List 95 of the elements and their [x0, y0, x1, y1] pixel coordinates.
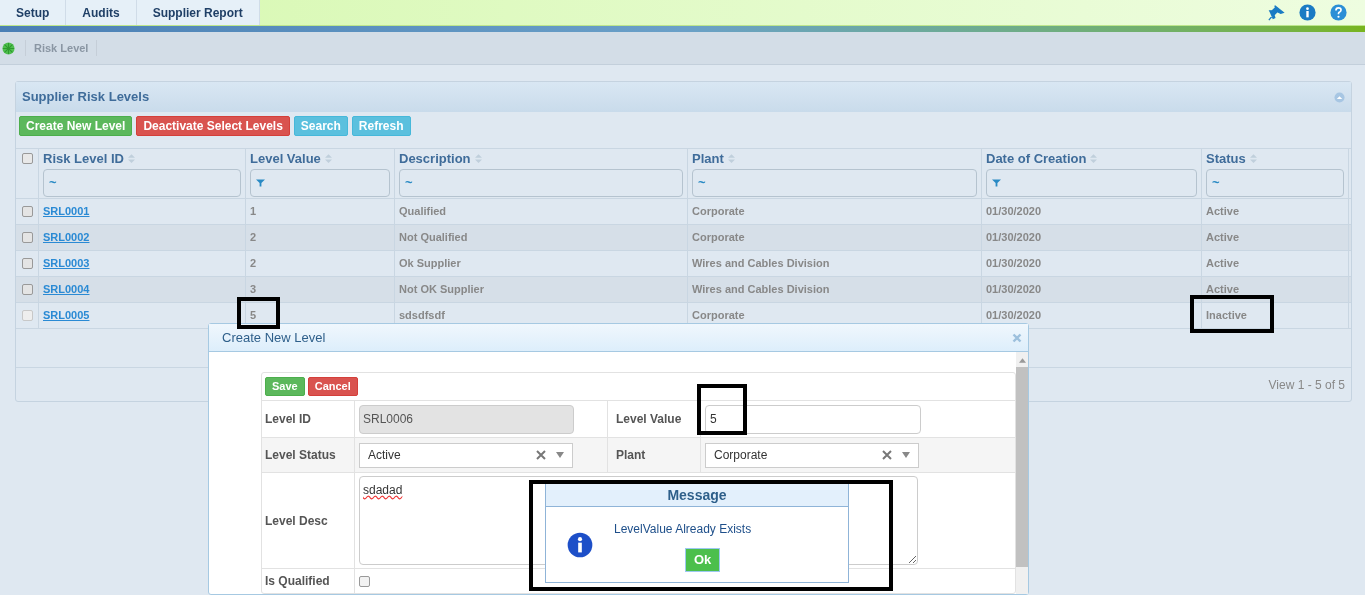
table-cell-text: 01/30/2020 — [986, 256, 1042, 272]
row-checkbox[interactable] — [21, 232, 33, 243]
column-header[interactable]: Description — [399, 149, 471, 169]
table-cell-text: 01/30/2020 — [986, 204, 1042, 220]
row-checkbox[interactable] — [21, 284, 33, 295]
level-link[interactable]: SRL0003 — [43, 255, 90, 272]
nav-tab[interactable]: Supplier Report — [136, 0, 260, 25]
table-cell-text: Corporate — [692, 308, 745, 324]
table-cell-text: Not OK Supplier — [399, 282, 484, 298]
caret-icon — [902, 452, 910, 458]
plant-select[interactable]: Corporate — [705, 442, 919, 468]
form-button[interactable]: Save — [265, 377, 305, 396]
table-cell-text: 2 — [250, 256, 257, 272]
filter-icon — [256, 178, 265, 187]
table-cell-text: 01/30/2020 — [986, 308, 1042, 324]
sort-icon[interactable] — [127, 154, 135, 164]
sort-icon[interactable] — [1090, 154, 1098, 164]
table-cell-text: 01/30/2020 — [986, 230, 1042, 246]
table-cell-text: 2 — [250, 230, 257, 246]
table-cell-text: Corporate — [692, 230, 745, 246]
table-cell-text: Ok Supplier — [399, 256, 461, 272]
ok-button[interactable]: Ok — [685, 548, 721, 572]
table-cell-text: 5 — [250, 308, 257, 324]
scroll-up-icon[interactable] — [1018, 358, 1026, 363]
column-header[interactable]: Date of Creation — [986, 149, 1087, 169]
row-checkbox[interactable] — [21, 258, 33, 269]
close-icon[interactable] — [1012, 332, 1022, 343]
level-link[interactable]: SRL0002 — [43, 229, 90, 246]
field-label: Plant — [616, 447, 646, 464]
filter-field[interactable] — [250, 168, 390, 197]
panel-title: Supplier Risk Levels — [22, 88, 150, 107]
breadcrumb-item[interactable]: Risk Level — [25, 39, 98, 57]
filter-icon — [992, 178, 1001, 187]
info-icon — [567, 531, 593, 558]
caret-icon — [556, 452, 564, 458]
clear-icon[interactable] — [882, 450, 892, 460]
table-cell-text: Active — [1206, 204, 1240, 220]
table-cell-text: Qualified — [399, 204, 447, 220]
table-cell-text: 3 — [250, 282, 257, 298]
qualified-checkbox[interactable] — [359, 575, 370, 587]
table-cell-text: sdsdfsdf — [399, 308, 445, 324]
select-all-checkbox[interactable] — [21, 153, 33, 165]
field-label: Level Status — [265, 447, 336, 464]
filter-field[interactable] — [986, 168, 1197, 197]
scrollbar[interactable] — [1016, 352, 1028, 594]
level-value-field[interactable]: 5 — [705, 404, 921, 434]
status-select[interactable]: Active — [359, 442, 573, 468]
table-cell-text: Active — [1206, 230, 1240, 246]
collapse-icon[interactable] — [1334, 91, 1345, 103]
highlight-frame — [697, 384, 747, 435]
pager-info: View 1 - 5 of 5 — [1268, 376, 1345, 394]
info-icon — [1299, 4, 1316, 21]
field-label: Level ID — [265, 411, 312, 428]
column-header[interactable]: Risk Level ID — [43, 149, 124, 169]
column-header[interactable]: Plant — [692, 149, 724, 169]
highlight-frame — [237, 297, 280, 329]
table-cell-text: Active — [1206, 256, 1240, 272]
column-header[interactable]: Level Value — [250, 149, 321, 169]
asterisk-icon — [2, 41, 15, 55]
level-link[interactable]: SRL0004 — [43, 281, 90, 298]
row-checkbox[interactable] — [21, 206, 33, 217]
nav-tab[interactable]: Setup — [0, 0, 67, 25]
field-label: Level Desc — [265, 512, 328, 530]
form-button[interactable]: Cancel — [307, 377, 358, 396]
field-label: Level Value — [616, 411, 682, 428]
sort-icon[interactable] — [324, 154, 332, 164]
level-link[interactable]: SRL0001 — [43, 203, 90, 220]
table-cell-text: Not Qualified — [399, 230, 468, 246]
filter-field[interactable]: ~ — [43, 168, 241, 197]
table-cell-text: Active — [1206, 282, 1240, 298]
table-cell-text: 1 — [250, 204, 257, 220]
clear-icon[interactable] — [536, 450, 546, 460]
sort-icon[interactable] — [1249, 154, 1257, 164]
sort-icon[interactable] — [474, 154, 482, 164]
table-cell-text: Corporate — [692, 204, 745, 220]
toolbar-button[interactable]: Refresh — [351, 116, 411, 136]
toolbar-button[interactable]: Create New Level — [19, 116, 133, 136]
help-icon[interactable] — [1330, 4, 1347, 21]
dialog-title: Create New Level — [222, 328, 326, 347]
table-cell-text: Inactive — [1206, 308, 1247, 324]
nav-tab[interactable]: Audits — [66, 0, 137, 25]
field-label: Is Qualified — [265, 573, 330, 590]
pin-icon[interactable] — [1268, 4, 1285, 21]
filter-field[interactable]: ~ — [1206, 168, 1344, 197]
toolbar-button[interactable]: Deactivate Select Levels — [136, 116, 290, 136]
column-header[interactable]: Status — [1206, 149, 1246, 169]
message-text: LevelValue Already Exists — [614, 521, 753, 538]
table-cell-text: Wires and Cables Division — [692, 282, 830, 298]
table-cell-text: 01/30/2020 — [986, 282, 1042, 298]
table-cell-text: Wires and Cables Division — [692, 256, 830, 272]
filter-field[interactable]: ~ — [692, 168, 977, 197]
toolbar-button[interactable]: Search — [293, 116, 348, 136]
message-title: Message — [667, 485, 727, 505]
sort-icon[interactable] — [727, 154, 735, 164]
filter-field[interactable]: ~ — [399, 168, 683, 197]
